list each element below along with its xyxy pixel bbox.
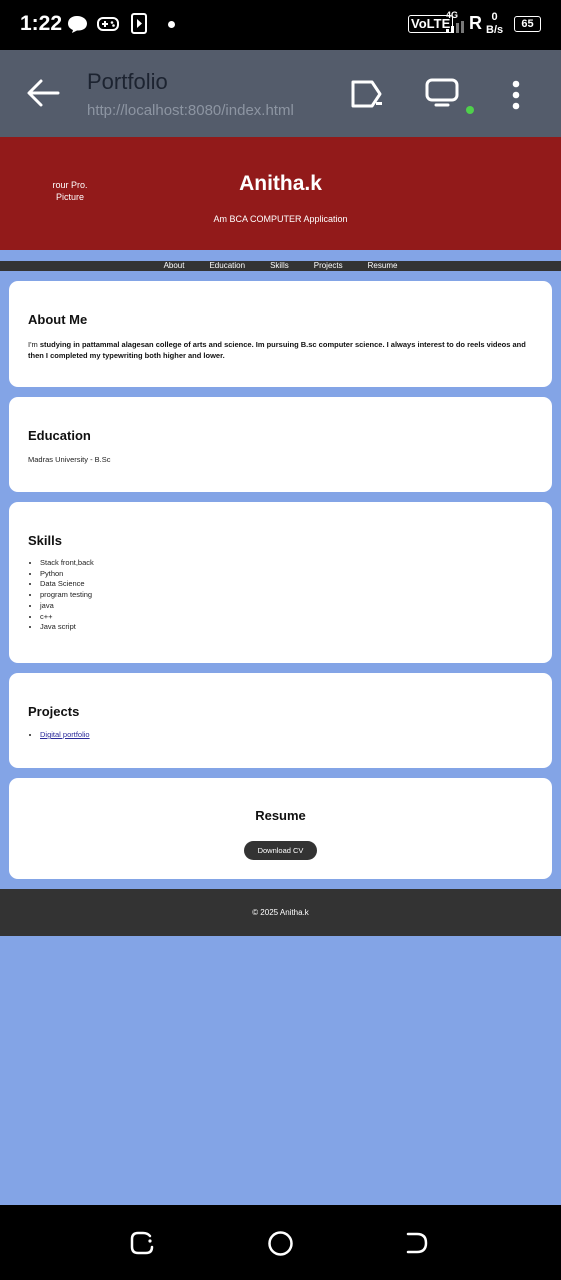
more-options-icon[interactable]	[510, 80, 522, 110]
battery-indicator: 65	[514, 16, 541, 32]
webpage: rour Pro. Picture Anitha.k Am BCA COMPUTE…	[0, 137, 561, 1205]
nav-link-education[interactable]: Education	[209, 261, 245, 271]
app-bar: Portfolio http://localhost:8080/index.ht…	[0, 50, 561, 137]
skill-item: program testing	[40, 590, 94, 601]
chat-bubble-icon	[68, 16, 87, 33]
site-footer: © 2025 Anitha.k	[0, 889, 561, 936]
resume-heading: Resume	[255, 808, 306, 823]
about-text-body: studying in pattammal alagesan college o…	[28, 340, 526, 360]
signal-bars-icon	[446, 21, 464, 33]
download-cv-button[interactable]: Download CV	[244, 841, 317, 860]
system-nav-bar	[0, 1205, 561, 1280]
recent-apps-icon[interactable]	[130, 1231, 156, 1255]
education-heading: Education	[28, 428, 91, 443]
gamepad-icon	[97, 17, 119, 31]
skill-item: Python	[40, 569, 94, 580]
resume-section: Resume Download CV	[9, 778, 552, 879]
projects-heading: Projects	[28, 704, 80, 719]
network-type: 4G	[446, 10, 459, 20]
projects-list: Digital portfolio	[28, 730, 90, 739]
nav-link-resume[interactable]: Resume	[368, 261, 398, 271]
network-speed-unit: B/s	[486, 24, 504, 36]
skill-item: Data Science	[40, 579, 94, 590]
skills-heading: Skills	[28, 533, 62, 548]
home-icon[interactable]	[267, 1230, 294, 1257]
monitor-icon[interactable]	[425, 78, 461, 108]
about-section: About Me I'm studying in pattammal alage…	[9, 281, 552, 387]
education-section: Education Madras University - B.Sc	[9, 397, 552, 492]
nav-link-about[interactable]: About	[164, 261, 185, 271]
skills-section: Skills Stack front,back Python Data Scie…	[9, 502, 552, 663]
site-name: Anitha.k	[239, 172, 322, 195]
site-header: rour Pro. Picture Anitha.k Am BCA COMPUTE…	[0, 137, 561, 250]
skills-list: Stack front,back Python Data Science pro…	[28, 558, 94, 633]
about-text: I'm studying in pattammal alagesan colle…	[28, 339, 538, 361]
network-speed-value: 0	[491, 11, 498, 23]
projects-section: Projects Digital portfolio	[9, 673, 552, 768]
status-time: 1:22	[20, 12, 63, 35]
about-text-prefix: I'm	[28, 340, 40, 349]
online-status-dot	[466, 106, 474, 114]
back-arrow-icon[interactable]	[26, 78, 60, 108]
project-item: Digital portfolio	[40, 730, 90, 739]
roaming-indicator: R	[469, 13, 482, 33]
status-bar: 1:22 VoLTE 4G R 0 B/s 65	[0, 0, 561, 50]
education-text: Madras University - B.Sc	[28, 455, 111, 464]
network-speed: 0 B/s	[486, 11, 503, 37]
site-nav: About Education Skills Projects Resume	[0, 261, 561, 271]
nav-link-skills[interactable]: Skills	[270, 261, 289, 271]
site-tagline: Am BCA COMPUTER Application	[213, 214, 348, 224]
skill-item: java	[40, 601, 94, 612]
media-player-icon	[131, 13, 147, 34]
skill-item: Stack front,back	[40, 558, 94, 569]
skill-item: Java script	[40, 622, 94, 633]
project-link-digital-portfolio[interactable]: Digital portfolio	[40, 730, 90, 739]
nav-link-projects[interactable]: Projects	[314, 261, 343, 271]
about-heading: About Me	[28, 312, 88, 327]
page-url[interactable]: http://localhost:8080/index.html	[87, 102, 294, 119]
skill-item: c++	[40, 612, 94, 623]
back-nav-icon[interactable]	[405, 1231, 429, 1255]
notification-dot-icon	[168, 21, 175, 28]
page-title: Portfolio	[87, 69, 168, 94]
cast-screen-icon[interactable]	[350, 80, 386, 110]
